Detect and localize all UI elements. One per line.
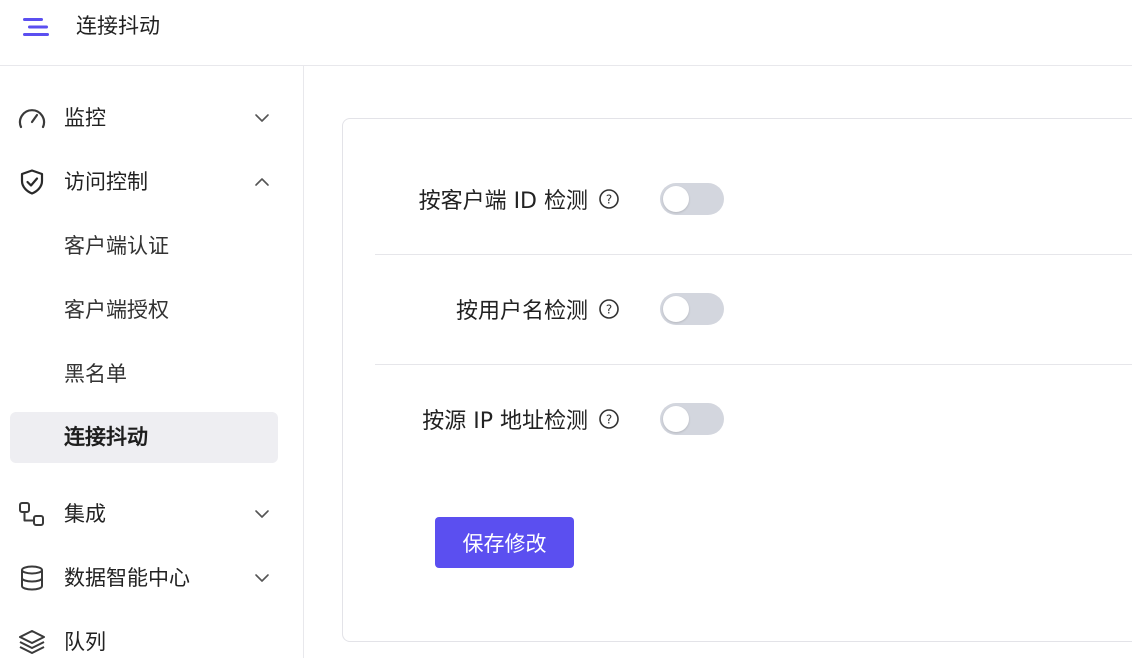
help-icon[interactable]: ? xyxy=(598,298,620,320)
setting-label: 按源 IP 地址检测 xyxy=(422,409,588,434)
layers-icon xyxy=(19,630,45,654)
sidebar-item-queue[interactable]: 队列 xyxy=(10,616,278,668)
sidebar-item-label: 队列 xyxy=(64,630,106,654)
sidebar-item-monitor[interactable]: 监控 xyxy=(10,92,278,144)
sidebar-item-integration[interactable]: 集成 xyxy=(10,488,278,540)
top-bar: 连接抖动 xyxy=(0,0,1132,66)
username-toggle[interactable] xyxy=(660,293,724,325)
sidebar-subitem-flapping[interactable]: 连接抖动 xyxy=(10,412,278,463)
chevron-down-icon xyxy=(255,574,269,582)
help-icon[interactable]: ? xyxy=(598,188,620,210)
setting-row-source-ip: 按源 IP 地址检测 ? xyxy=(375,364,1132,474)
sidebar-item-data-center[interactable]: 数据智能中心 xyxy=(10,552,278,604)
svg-text:?: ? xyxy=(606,303,612,317)
setting-row-username: 按用户名检测 ? xyxy=(375,254,1132,365)
gauge-icon xyxy=(18,109,46,129)
sidebar-subitem-blacklist[interactable]: 黑名单 xyxy=(10,349,278,400)
svg-text:?: ? xyxy=(606,413,612,427)
sidebar-item-label: 监控 xyxy=(64,106,106,130)
sidebar-subitem-label: 连接抖动 xyxy=(64,425,148,449)
chevron-down-icon xyxy=(255,114,269,122)
chevron-up-icon xyxy=(255,178,269,186)
page-title: 连接抖动 xyxy=(76,14,160,38)
sidebar: 监控 访问控制 客户端认证 客户端授权 黑名单 连接抖动 集成 数据智能中心 队… xyxy=(0,66,304,658)
sidebar-subitem-client-auth[interactable]: 客户端认证 xyxy=(10,221,278,272)
chevron-down-icon xyxy=(255,510,269,518)
toggle-knob xyxy=(663,296,689,322)
source-ip-toggle[interactable] xyxy=(660,403,724,435)
sidebar-item-label: 集成 xyxy=(64,502,106,526)
save-button[interactable]: 保存修改 xyxy=(435,517,574,568)
sidebar-item-access-control[interactable]: 访问控制 xyxy=(10,156,278,208)
setting-label: 按客户端 ID 检测 xyxy=(418,189,588,214)
setting-label: 按用户名检测 xyxy=(455,299,588,324)
client-id-toggle[interactable] xyxy=(660,183,724,215)
database-icon xyxy=(21,565,43,591)
setting-row-client-id: 按客户端 ID 检测 ? xyxy=(375,144,1132,255)
sidebar-item-label: 访问控制 xyxy=(64,170,148,194)
sidebar-subitem-label: 客户端授权 xyxy=(64,298,169,322)
toggle-knob xyxy=(663,186,689,212)
shield-check-icon xyxy=(20,169,44,195)
sidebar-subitem-label: 客户端认证 xyxy=(64,234,169,258)
settings-card: 按客户端 ID 检测 ? 按用户名检测 ? 按源 IP 地址检测 ? 保存修改 xyxy=(342,118,1132,642)
hamburger-menu-icon[interactable] xyxy=(21,15,51,39)
sidebar-item-label: 数据智能中心 xyxy=(64,566,190,590)
integration-nodes-icon xyxy=(19,502,44,526)
toggle-knob xyxy=(663,406,689,432)
svg-text:?: ? xyxy=(606,193,612,207)
sidebar-subitem-client-authz[interactable]: 客户端授权 xyxy=(10,285,278,336)
help-icon[interactable]: ? xyxy=(598,408,620,430)
sidebar-subitem-label: 黑名单 xyxy=(64,362,127,386)
